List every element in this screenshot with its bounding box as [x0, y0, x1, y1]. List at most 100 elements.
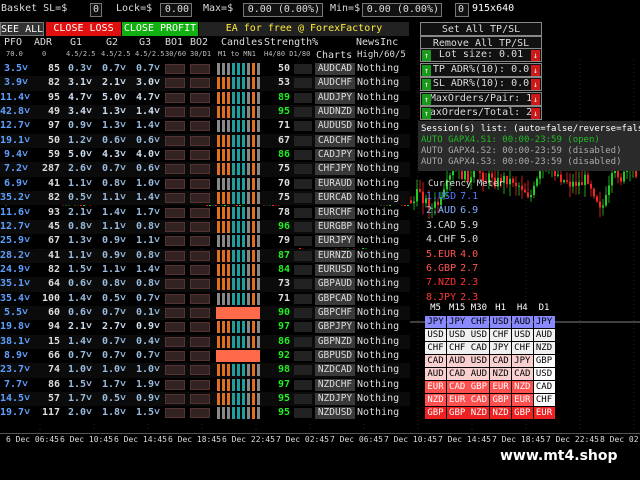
x-axis-label: 7 Dec 18:45 — [492, 435, 545, 444]
increase-arrow-icon[interactable]: ↑ — [422, 64, 431, 76]
decrease-arrow-icon[interactable]: ↓ — [531, 79, 540, 90]
cell-pfo: 9.4˅ — [3, 149, 28, 161]
candle-bar — [237, 120, 240, 133]
increase-arrow-icon[interactable]: ↑ — [422, 93, 431, 105]
currency-strength: 6.9 — [460, 205, 479, 217]
close-loss-button[interactable]: CLOSE LOSS — [46, 22, 121, 36]
cell-strength: 53 — [277, 77, 290, 89]
max-label: Max=$ — [203, 3, 234, 14]
candle-bar — [232, 77, 235, 90]
cell-g1: 4.7˅ — [67, 91, 92, 103]
lock-label: Lock=$ — [116, 3, 153, 14]
candle-bar — [257, 220, 260, 233]
chart-pair-button[interactable]: GBPNZD — [315, 335, 355, 348]
candle-bar — [247, 249, 250, 262]
timeframe-cell: JPY — [446, 316, 468, 328]
chart-pair-button[interactable]: EURUSD — [315, 263, 355, 276]
cell-g1: 1.2˅ — [67, 134, 92, 146]
chart-pair-button[interactable]: EURAUD — [315, 177, 355, 190]
chart-pair-button[interactable]: CHFJPY — [315, 163, 355, 176]
cell-g1: 1.0˅ — [67, 364, 92, 376]
cell-g2: 0.5˅ — [101, 393, 126, 405]
decrease-arrow-icon[interactable]: ↓ — [531, 64, 540, 76]
candle-bar — [237, 235, 240, 248]
chart-pair-button[interactable]: GBPJPY — [315, 321, 355, 334]
chart-pair-button[interactable]: CADCHF — [315, 134, 355, 147]
candle-bar — [237, 393, 240, 406]
candle-bar — [222, 206, 225, 219]
chart-pair-button[interactable]: GBPCAD — [315, 292, 355, 305]
candle-bar — [247, 263, 250, 276]
candle-bar — [257, 235, 260, 248]
strength-box — [294, 135, 312, 146]
x-axis-label: 6 Dec 18:45 — [168, 435, 221, 444]
decrease-arrow-icon[interactable]: ↓ — [531, 108, 540, 119]
sub-g2: 4.5/2.5 — [101, 50, 131, 58]
candle-bar — [222, 292, 225, 305]
cell-g3: 0.6˅ — [135, 134, 160, 146]
breakout-indicator — [165, 107, 185, 118]
chart-pair-button[interactable]: EURJPY — [315, 235, 355, 248]
candle-body — [635, 170, 637, 177]
candle-bar — [237, 278, 240, 291]
candle-bar — [237, 77, 240, 90]
chart-pair-button[interactable]: AUDCHF — [315, 77, 355, 90]
currency-meter-item: 7.NZD 2.3 — [426, 277, 478, 288]
currency-meter-item: 5.EUR 4.0 — [426, 249, 478, 260]
cell-pfo: 7.2˅ — [3, 163, 28, 175]
candle-bar — [222, 134, 225, 147]
strength-box — [294, 279, 312, 290]
basket-sl-value[interactable]: 0 — [90, 3, 102, 17]
cell-strength: 98 — [277, 364, 290, 376]
set-all-tpsl-button[interactable]: Set All TP/SL — [420, 22, 542, 36]
chart-pair-button[interactable]: GBPAUD — [315, 278, 355, 291]
chart-pair-button[interactable]: GBPCHF — [315, 306, 355, 319]
chart-pair-button[interactable]: NZDCAD — [315, 364, 355, 377]
cell-g3: 0.8˅ — [135, 249, 160, 261]
candle-body — [590, 183, 592, 189]
candle-bar — [242, 364, 245, 377]
candle-body — [539, 169, 541, 179]
news-status: Nothing — [357, 263, 400, 275]
chart-pair-button[interactable]: EURCAD — [315, 192, 355, 205]
decrease-arrow-icon[interactable]: ↓ — [531, 93, 540, 105]
candle-bar — [217, 249, 220, 262]
ea-free-link[interactable]: EA for free @ ForexFactory — [199, 22, 409, 36]
breakout-indicator — [165, 78, 185, 89]
chart-pair-button[interactable]: AUDUSD — [315, 120, 355, 133]
candle-body — [575, 181, 577, 186]
candle-bar — [222, 163, 225, 176]
chart-pair-button[interactable]: AUDNZD — [315, 106, 355, 119]
chart-pair-button[interactable]: CADJPY — [315, 149, 355, 162]
candle-bar — [247, 149, 250, 162]
cell-g2: 0.7˅ — [101, 350, 126, 361]
close-profit-button[interactable]: CLOSE PROFIT — [122, 22, 198, 36]
candle-body — [581, 182, 583, 186]
chart-pair-button[interactable]: EURGBP — [315, 220, 355, 233]
increase-arrow-icon[interactable]: ↑ — [422, 79, 431, 90]
candle-bar — [252, 206, 255, 219]
cell-g2: 1.1˅ — [101, 220, 126, 232]
see-all-button[interactable]: SEE ALL — [0, 22, 44, 36]
header-charts: Charts — [316, 50, 353, 61]
chart-pair-button[interactable]: EURCHF — [315, 206, 355, 219]
candle-bar — [252, 134, 255, 147]
decrease-arrow-icon[interactable]: ↓ — [531, 50, 540, 61]
lock-value[interactable]: 0.00 — [160, 3, 192, 17]
chart-pair-button[interactable]: GBPUSD — [315, 350, 355, 362]
candle-bar — [237, 149, 240, 162]
chart-pair-button[interactable]: NZDJPY — [315, 393, 355, 406]
breakout-indicator — [165, 150, 185, 161]
chart-pair-button[interactable]: EURNZD — [315, 249, 355, 262]
chart-pair-button[interactable]: AUDCAD — [315, 63, 355, 75]
candle-bar — [242, 407, 245, 420]
candle-bar — [222, 378, 225, 391]
breakout-indicator — [190, 193, 210, 204]
increase-arrow-icon[interactable]: ↑ — [422, 50, 431, 61]
news-status: Nothing — [357, 206, 400, 218]
chart-pair-button[interactable]: NZDUSD — [315, 407, 355, 420]
chart-pair-button[interactable]: NZDCHF — [315, 378, 355, 391]
chart-pair-button[interactable]: AUDJPY — [315, 91, 355, 104]
candle-body — [512, 178, 514, 183]
increase-arrow-icon[interactable]: ↑ — [422, 108, 431, 119]
